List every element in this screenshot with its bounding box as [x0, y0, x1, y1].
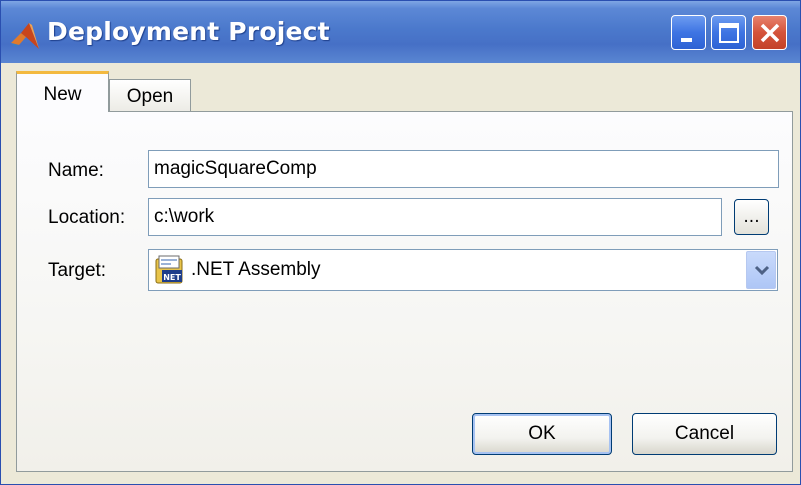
minimize-icon	[681, 38, 692, 42]
maximize-button[interactable]	[711, 15, 746, 50]
matlab-icon	[11, 23, 39, 49]
location-field[interactable]: c:\work	[148, 198, 722, 236]
svg-text:NET: NET	[163, 273, 181, 282]
deployment-project-dialog: Deployment Project New Open Name: magicS…	[0, 0, 801, 485]
window-title: Deployment Project	[47, 17, 330, 46]
browse-button[interactable]: ...	[734, 199, 769, 235]
tab-open[interactable]: Open	[109, 79, 191, 112]
name-label: Name:	[48, 160, 104, 181]
location-label: Location:	[48, 207, 126, 228]
ok-button[interactable]: OK	[472, 413, 612, 455]
maximize-icon	[719, 23, 739, 43]
target-select[interactable]: NET .NET Assembly	[148, 249, 778, 291]
name-field[interactable]: magicSquareComp	[148, 150, 779, 188]
cancel-button[interactable]: Cancel	[632, 413, 777, 455]
dotnet-assembly-icon: NET	[155, 255, 183, 284]
close-icon	[760, 23, 780, 43]
target-selected-value: .NET Assembly	[191, 259, 321, 280]
title-bar[interactable]: Deployment Project	[1, 1, 800, 63]
close-button[interactable]	[752, 15, 787, 50]
minimize-button[interactable]	[671, 15, 706, 50]
tab-new[interactable]: New	[16, 71, 109, 112]
chevron-down-icon	[754, 265, 770, 276]
dropdown-button[interactable]	[746, 251, 776, 289]
target-label: Target:	[48, 260, 107, 281]
